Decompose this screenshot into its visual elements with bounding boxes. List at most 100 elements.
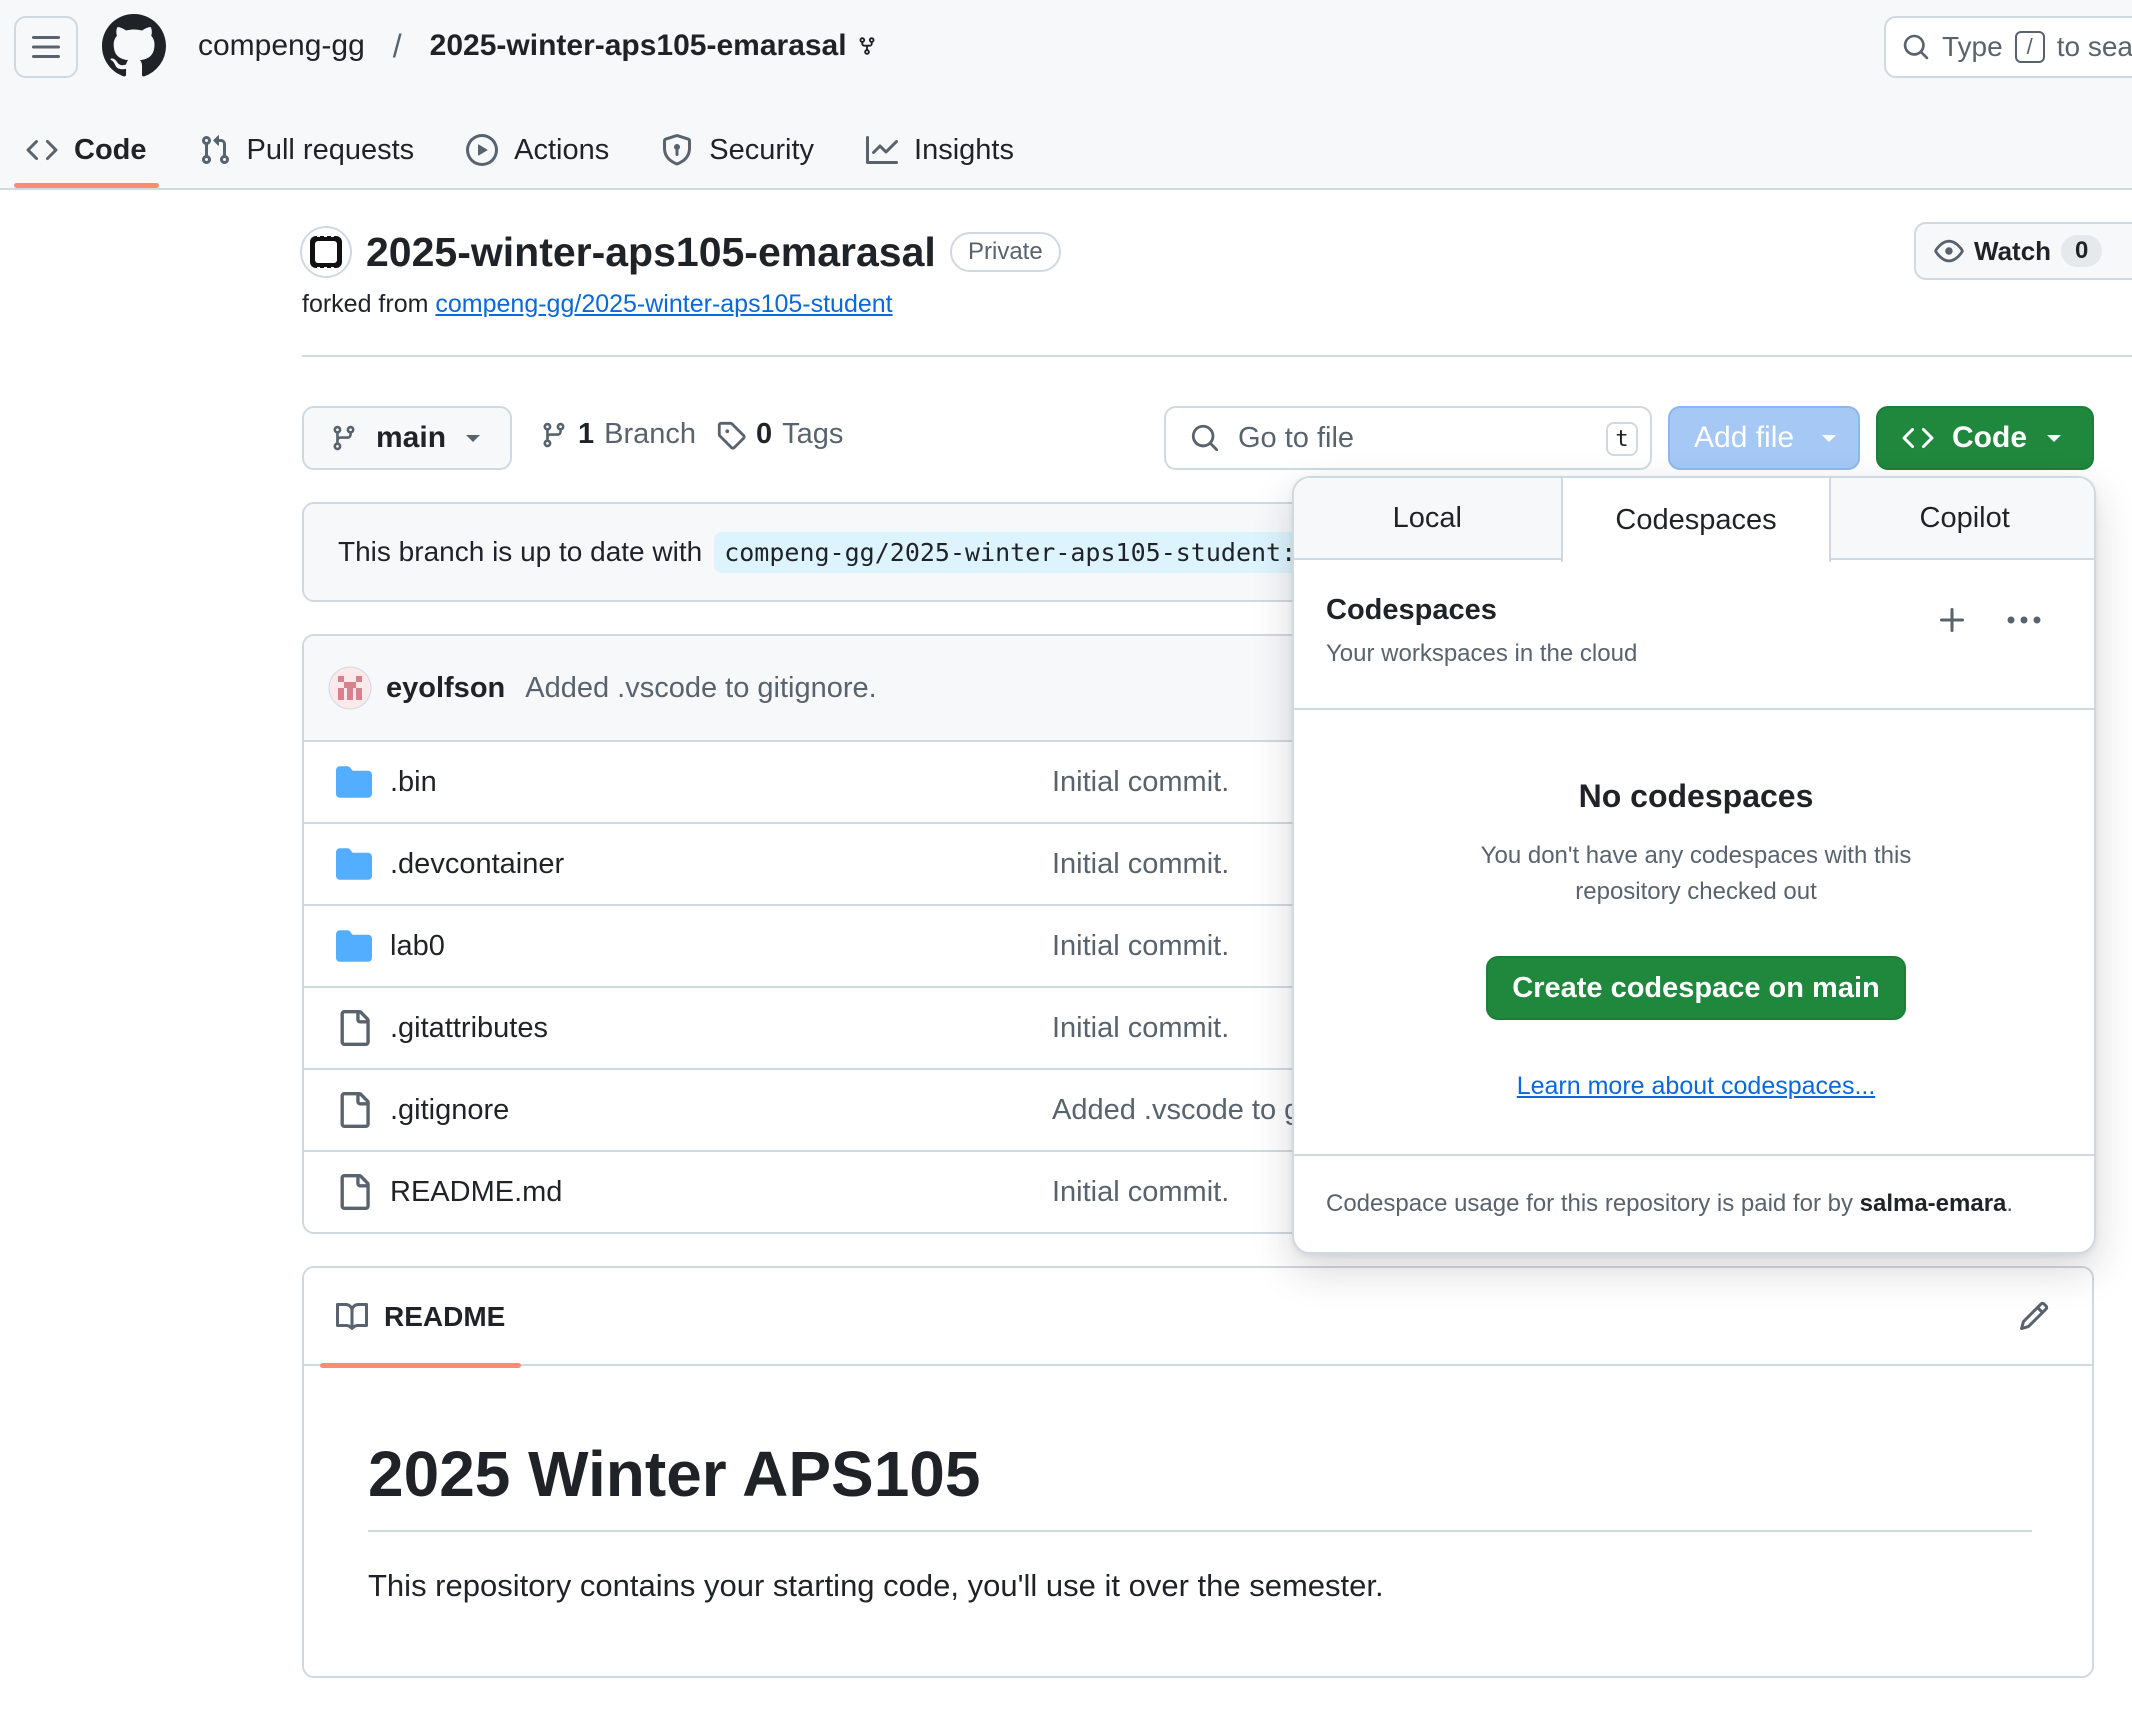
- empty-state-title: No codespaces: [1578, 778, 1814, 814]
- chip-avatar-icon: [310, 233, 342, 271]
- file-commit-message[interactable]: Initial commit.: [1052, 1012, 1229, 1045]
- file-commit-message[interactable]: Initial commit.: [1052, 848, 1229, 881]
- billing-user: salma-emara: [1859, 1190, 2007, 1217]
- search-icon: [1903, 34, 1929, 60]
- breadcrumb-repo[interactable]: 2025-winter-aps105-emarasal: [430, 29, 847, 63]
- codespaces-subtitle: Your workspaces in the cloud: [1326, 640, 1638, 667]
- avatar[interactable]: [328, 666, 372, 710]
- file-icon: [340, 1010, 370, 1046]
- upstream-branch-ref[interactable]: compeng-gg/2025-winter-aps105-student:: [714, 531, 1307, 573]
- file-commit-message[interactable]: Initial commit.: [1052, 766, 1229, 799]
- tab-local[interactable]: Local: [1294, 478, 1561, 558]
- branch-selector[interactable]: main: [302, 406, 512, 470]
- code-icon: [26, 139, 58, 161]
- readme-tab-label: README: [384, 1301, 506, 1332]
- tab-security[interactable]: Security: [635, 112, 840, 188]
- watch-button[interactable]: Watch 0: [1914, 222, 2132, 280]
- tab-codespaces[interactable]: Codespaces: [1560, 478, 1832, 562]
- global-search-input[interactable]: Type / to sea: [1884, 16, 2132, 78]
- breadcrumb-owner[interactable]: compeng-gg: [198, 29, 365, 63]
- file-commit-message[interactable]: Initial commit.: [1052, 930, 1229, 963]
- new-codespace-button[interactable]: [1932, 600, 1972, 640]
- billing-note-suffix: .: [2006, 1190, 2014, 1217]
- readme-header: README: [304, 1268, 2092, 1368]
- file-name[interactable]: .bin: [390, 766, 437, 799]
- branch-icon: [333, 425, 355, 451]
- repo-nav: Code Pull requests Actions Security Insi…: [0, 112, 1040, 188]
- more-options-button[interactable]: [2002, 600, 2046, 640]
- breadcrumb: compeng-gg / 2025-winter-aps105-emarasal: [198, 26, 877, 66]
- header-divider: [302, 355, 2132, 357]
- pencil-icon[interactable]: [2018, 1300, 2050, 1332]
- readme-heading-rule: [368, 1530, 2032, 1532]
- folder-icon: [336, 766, 372, 798]
- codespaces-title: Codespaces: [1326, 594, 1497, 626]
- github-logo-icon[interactable]: [102, 14, 166, 78]
- learn-more-link[interactable]: Learn more about codespaces...: [1294, 1072, 2094, 1101]
- repo-owner-avatar[interactable]: [300, 226, 352, 278]
- tab-actions-label: Actions: [514, 133, 610, 166]
- menu-button[interactable]: [14, 16, 78, 78]
- file-name[interactable]: .gitattributes: [390, 1012, 548, 1045]
- branch-word: Branch: [604, 418, 697, 450]
- billing-note: Codespace usage for this repository is p…: [1326, 1190, 2013, 1218]
- create-codespace-button[interactable]: Create codespace on main: [1486, 956, 1906, 1020]
- folder-icon: [336, 848, 372, 880]
- readme-tab[interactable]: README: [320, 1268, 522, 1368]
- play-icon: [466, 134, 499, 166]
- tab-insights-label: Insights: [914, 133, 1014, 166]
- go-to-file-shortcut: t: [1606, 422, 1638, 456]
- popover-divider: [1294, 1154, 2094, 1156]
- tab-code[interactable]: Code: [0, 112, 173, 188]
- forked-from-prefix: forked from: [302, 290, 429, 318]
- search-prefix-text: Type: [1942, 31, 2003, 62]
- file-commit-message[interactable]: Added .vscode to g: [1052, 1094, 1300, 1127]
- add-file-label: Add file: [1694, 421, 1795, 454]
- search-icon: [1191, 424, 1219, 452]
- tag-word: Tags: [782, 418, 844, 450]
- file-commit-message[interactable]: Initial commit.: [1052, 1176, 1229, 1209]
- commit-author[interactable]: eyolfson: [386, 672, 505, 705]
- code-icon: [1902, 427, 1934, 449]
- caret-down-icon: [2047, 435, 2061, 442]
- tag-count: 0: [756, 418, 773, 450]
- code-button-label: Code: [1952, 421, 2027, 454]
- tab-copilot[interactable]: Copilot: [1831, 478, 2094, 558]
- popover-divider: [1294, 708, 2094, 710]
- popover-tabs: Local Codespaces Copilot: [1294, 478, 2094, 562]
- readme-panel: README 2025 Winter APS105 This repositor…: [302, 1266, 2094, 1678]
- plus-icon: [1940, 608, 1964, 632]
- watch-count: 0: [2061, 235, 2103, 267]
- billing-note-prefix: Codespace usage for this repository is p…: [1326, 1190, 1853, 1217]
- file-name[interactable]: .devcontainer: [390, 848, 564, 881]
- commit-message[interactable]: Added .vscode to gitignore.: [525, 672, 876, 705]
- tab-pull-requests-label: Pull requests: [246, 133, 415, 166]
- file-name[interactable]: README.md: [390, 1176, 562, 1209]
- repo-title[interactable]: 2025-winter-aps105-emarasal: [366, 226, 936, 278]
- branch-status-text: This branch is up to date with: [338, 536, 703, 567]
- readme-paragraph: This repository contains your starting c…: [368, 1568, 1384, 1603]
- add-file-button[interactable]: Add file: [1668, 406, 1860, 470]
- code-dropdown-popover: Local Codespaces Copilot Codespaces Your…: [1292, 476, 2096, 1254]
- tab-actions[interactable]: Actions: [440, 112, 635, 188]
- empty-state-text: You don't have any codespaces with this …: [1480, 842, 1912, 905]
- readme-heading: 2025 Winter APS105: [368, 1438, 981, 1510]
- tab-insights[interactable]: Insights: [840, 112, 1040, 188]
- branch-icon: [543, 422, 565, 447]
- tags-link[interactable]: 0 Tags: [716, 418, 843, 451]
- file-name[interactable]: .gitignore: [390, 1094, 509, 1127]
- file-name[interactable]: lab0: [390, 930, 445, 963]
- tab-security-label: Security: [709, 133, 815, 166]
- branches-link[interactable]: 1 Branch: [540, 418, 696, 451]
- folder-icon: [336, 930, 372, 962]
- forked-from-link[interactable]: compeng-gg/2025-winter-aps105-student: [435, 290, 892, 318]
- code-button[interactable]: Code: [1876, 406, 2094, 470]
- forked-from: forked from compeng-gg/2025-winter-aps10…: [302, 290, 893, 319]
- caret-down-icon: [1822, 435, 1837, 442]
- shield-icon: [663, 134, 692, 166]
- graph-icon: [866, 136, 899, 164]
- tag-icon: [717, 421, 746, 450]
- tab-pull-requests[interactable]: Pull requests: [173, 112, 441, 188]
- go-to-file-input[interactable]: Go to file t: [1164, 406, 1652, 470]
- search-shortcut-key: /: [2014, 31, 2045, 63]
